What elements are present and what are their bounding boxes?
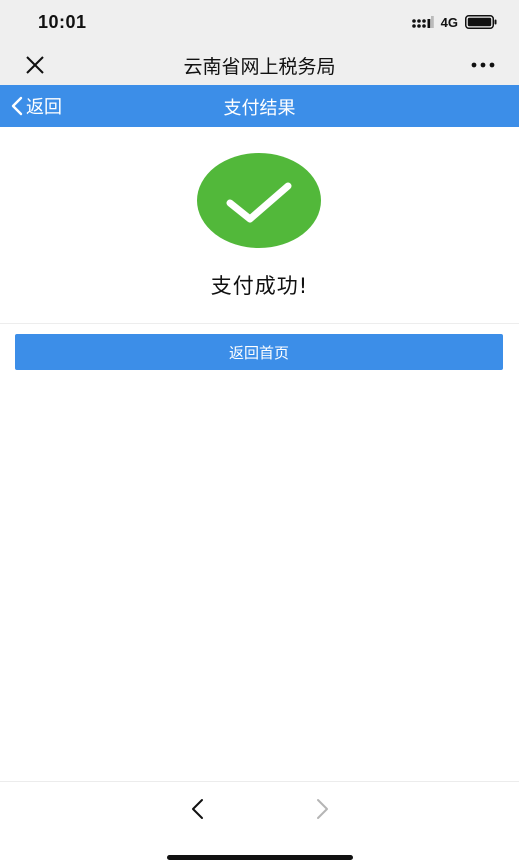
more-icon[interactable] — [471, 56, 495, 74]
nav-forward-icon[interactable] — [312, 797, 332, 821]
battery-icon — [465, 15, 497, 29]
success-check-icon — [196, 152, 322, 249]
page-title: 支付结果 — [223, 98, 296, 119]
return-home-button[interactable]: 返回首页 — [15, 334, 503, 370]
network-type: 4G — [440, 14, 458, 30]
status-indicators: 4G — [411, 14, 497, 30]
home-indicator — [167, 855, 353, 860]
signal-icon — [411, 15, 434, 29]
nav-bar: 返回 支付结果 — [0, 85, 519, 127]
window-title: 云南省网上税务局 — [183, 56, 336, 78]
result-message: 支付成功! — [210, 274, 309, 298]
status-time: 10:01 — [38, 12, 87, 32]
result-panel: 支付成功! — [0, 127, 519, 324]
browser-toolbar — [0, 781, 519, 867]
title-bar: 云南省网上税务局 — [0, 44, 519, 85]
nav-back-icon[interactable] — [188, 797, 208, 821]
status-bar: 10:01 4G — [0, 0, 519, 44]
